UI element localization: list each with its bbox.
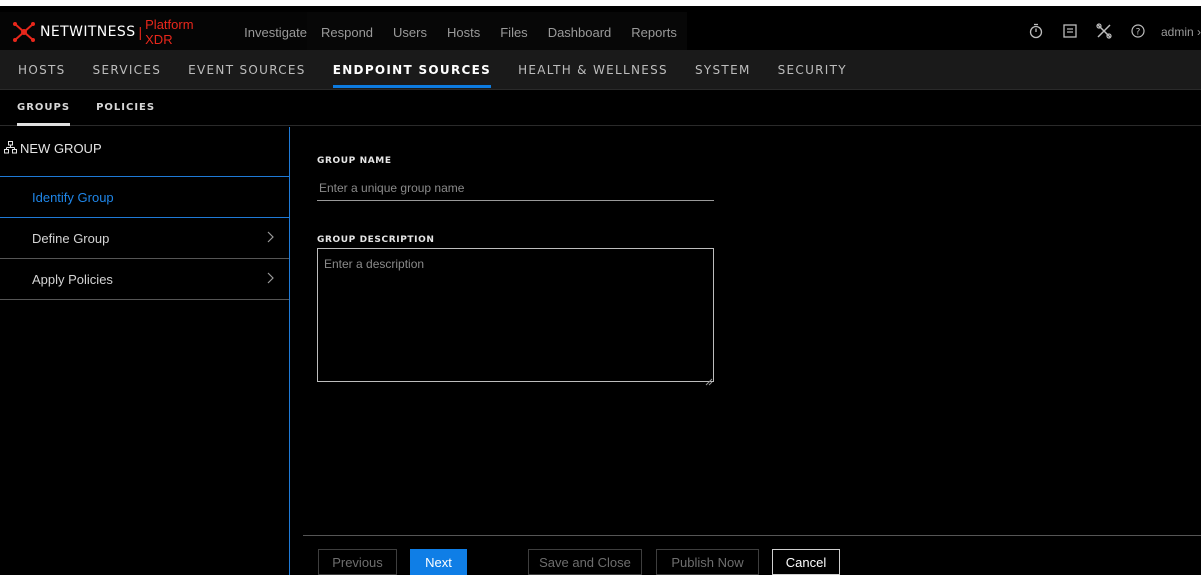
step-label: Define Group <box>32 230 110 246</box>
svg-text:?: ? <box>1136 27 1141 37</box>
top-icons: ? admin › <box>1019 12 1201 52</box>
wizard-title: NEW GROUP <box>20 141 102 156</box>
group-name-input[interactable] <box>317 175 714 201</box>
brand-name: NETWITNESS <box>40 24 136 40</box>
stopwatch-icon[interactable] <box>1019 23 1053 42</box>
main-nav: Respond Users Hosts Files Dashboard Repo… <box>307 12 687 52</box>
tab-policies[interactable]: POLICIES <box>96 90 155 126</box>
cancel-button[interactable]: Cancel <box>772 549 840 575</box>
chevron-right-icon <box>267 230 275 246</box>
nav-respond[interactable]: Respond <box>321 25 373 40</box>
group-network-icon <box>4 141 17 157</box>
admin-tab-health-wellness[interactable]: HEALTH & WELLNESS <box>518 50 668 90</box>
next-button[interactable]: Next <box>410 549 467 575</box>
group-description-input[interactable] <box>317 248 714 382</box>
nav-investigate[interactable]: Investigate <box>244 25 307 40</box>
nav-users[interactable]: Users <box>393 25 427 40</box>
previous-button[interactable]: Previous <box>318 549 397 575</box>
admin-tab-event-sources[interactable]: EVENT SOURCES <box>188 50 306 90</box>
admin-tab-security[interactable]: SECURITY <box>778 50 847 90</box>
nav-dashboard[interactable]: Dashboard <box>548 25 612 40</box>
step-apply-policies[interactable]: Apply Policies <box>0 259 289 300</box>
admin-tab-hosts[interactable]: HOSTS <box>18 50 66 90</box>
brand-separator: | <box>138 24 143 40</box>
app-logo[interactable]: NETWITNESS | Platform XDR Investigate <box>0 12 307 52</box>
netwitness-logo-icon <box>12 21 36 43</box>
resize-handle-icon[interactable] <box>705 373 713 386</box>
nav-reports[interactable]: Reports <box>631 25 677 40</box>
chevron-right-icon: › <box>1193 25 1201 39</box>
admin-tab-system[interactable]: SYSTEM <box>695 50 751 90</box>
user-name: admin <box>1160 25 1194 39</box>
step-label: Apply Policies <box>32 271 113 287</box>
nav-hosts[interactable]: Hosts <box>447 25 480 40</box>
help-icon[interactable]: ? <box>1121 23 1155 41</box>
step-identify-group[interactable]: Identify Group <box>0 177 289 218</box>
tab-groups[interactable]: GROUPS <box>17 90 71 126</box>
sub-tabs: GROUPS POLICIES <box>0 90 1201 126</box>
admin-nav: HOSTS SERVICES EVENT SOURCES ENDPOINT SO… <box>0 50 1201 90</box>
footer-divider <box>303 535 1201 536</box>
admin-tab-endpoint-sources[interactable]: ENDPOINT SOURCES <box>332 50 492 90</box>
publish-now-button[interactable]: Publish Now <box>656 549 759 575</box>
tools-icon[interactable] <box>1087 22 1121 42</box>
group-description-label: GROUP DESCRIPTION <box>317 235 435 245</box>
admin-tab-services[interactable]: SERVICES <box>93 50 162 90</box>
save-and-close-button[interactable]: Save and Close <box>528 549 642 575</box>
product-name: Platform XDR <box>145 17 194 47</box>
group-name-label: GROUP NAME <box>317 156 392 166</box>
step-label: Identify Group <box>32 189 114 205</box>
nav-files[interactable]: Files <box>500 25 527 40</box>
step-define-group[interactable]: Define Group <box>0 218 289 259</box>
wizard-header: NEW GROUP <box>0 127 289 177</box>
checklist-icon[interactable] <box>1053 23 1087 41</box>
wizard-steps-panel: NEW GROUP Identify Group Define Group Ap… <box>0 127 290 575</box>
chevron-right-icon <box>267 271 275 287</box>
user-menu[interactable]: admin › <box>1161 25 1201 39</box>
top-bar: NETWITNESS | Platform XDR Investigate Re… <box>0 0 1201 52</box>
